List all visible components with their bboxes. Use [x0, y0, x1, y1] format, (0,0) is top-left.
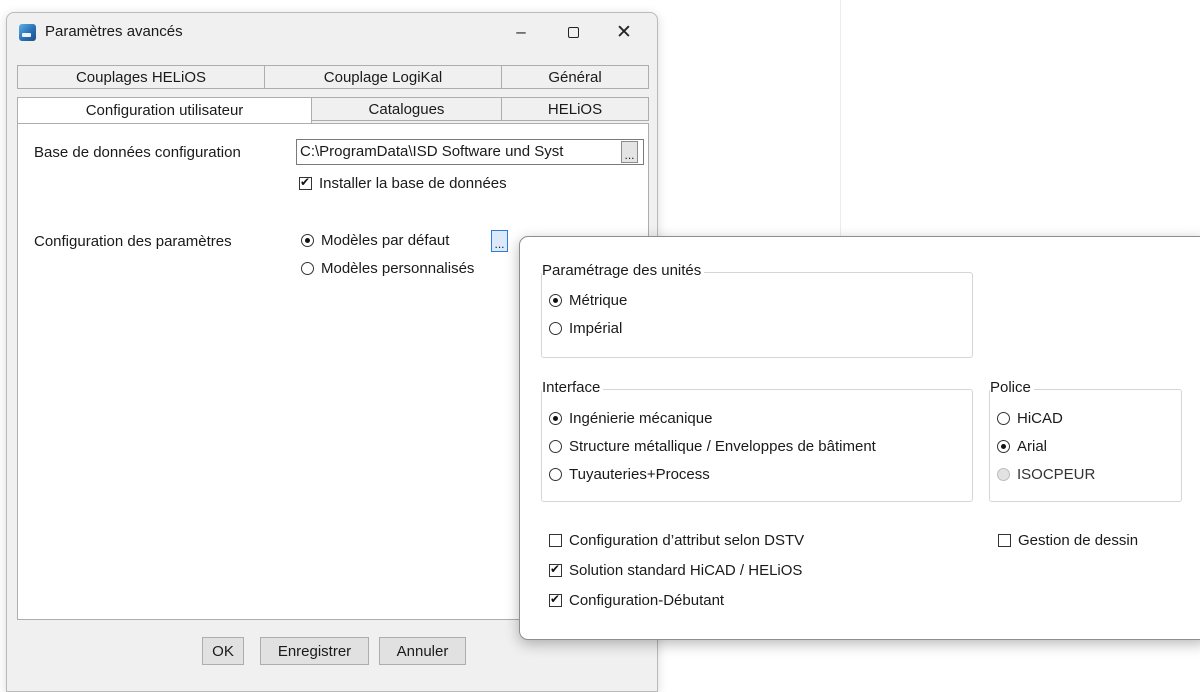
maximize-icon — [567, 26, 579, 38]
tab-general[interactable]: Général — [501, 65, 649, 89]
steel-radio-icon[interactable] — [549, 440, 562, 453]
cancel-button[interactable]: Annuler — [379, 637, 466, 665]
metric-label: Métrique — [569, 292, 628, 309]
drawing-mgmt-checkbox[interactable]: Gestion de dessin — [998, 532, 1138, 549]
maximize-button[interactable] — [550, 17, 596, 47]
arial-font-label: Arial — [1017, 438, 1048, 455]
tab-helios[interactable]: HELiOS — [501, 97, 649, 121]
default-models-radio[interactable]: Modèles par défaut — [301, 232, 449, 249]
imperial-radio[interactable]: Impérial — [549, 320, 622, 337]
default-models-radio-icon[interactable] — [301, 234, 314, 247]
arial-font-radio-icon[interactable] — [997, 440, 1010, 453]
imperial-label: Impérial — [569, 320, 623, 337]
arial-font-radio[interactable]: Arial — [997, 438, 1047, 455]
beginner-label: Configuration-Débutant — [569, 592, 725, 609]
models-browse-button[interactable]: ... — [491, 230, 508, 252]
hicad-font-label: HiCAD — [1017, 410, 1063, 427]
install-db-check-icon[interactable] — [299, 175, 312, 190]
params-config-label: Configuration des paramètres — [34, 233, 232, 250]
hicad-font-radio[interactable]: HiCAD — [997, 410, 1063, 427]
font-group-title: Police — [990, 379, 1034, 396]
font-group: Police HiCAD Arial ISOCPEUR — [989, 379, 1182, 502]
install-db-checkbox[interactable]: Installer la base de données — [299, 175, 507, 192]
interface-group-title: Interface — [542, 379, 604, 396]
standard-solution-check-icon[interactable] — [549, 562, 562, 577]
custom-models-radio[interactable]: Modèles personnalisés — [301, 260, 474, 277]
custom-models-label: Modèles personnalisés — [321, 260, 475, 277]
drawing-mgmt-label: Gestion de dessin — [1018, 532, 1139, 549]
hicad-font-radio-icon[interactable] — [997, 412, 1010, 425]
title-bar[interactable]: Paramètres avancés – ✕ — [7, 13, 657, 51]
drawing-mgmt-check-icon[interactable] — [998, 534, 1011, 547]
mechanical-radio[interactable]: Ingénierie mécanique — [549, 410, 712, 427]
metric-radio-icon[interactable] — [549, 294, 562, 307]
db-browse-button[interactable]: ... — [621, 141, 638, 163]
isocpeur-font-radio-icon — [997, 468, 1010, 481]
beginner-checkbox[interactable]: Configuration-Débutant — [549, 592, 724, 609]
tab-couplages-helios[interactable]: Couplages HELiOS — [17, 65, 265, 89]
dstv-check-icon[interactable] — [549, 534, 562, 547]
dstv-label: Configuration d’attribut selon DSTV — [569, 532, 805, 549]
steel-radio[interactable]: Structure métallique / Enveloppes de bât… — [549, 438, 876, 455]
beginner-check-icon[interactable] — [549, 592, 562, 607]
steel-label: Structure métallique / Enveloppes de bât… — [569, 438, 876, 455]
app-icon — [19, 24, 36, 41]
isocpeur-font-radio: ISOCPEUR — [997, 466, 1095, 483]
isocpeur-font-label: ISOCPEUR — [1017, 466, 1096, 483]
piping-radio-icon[interactable] — [549, 468, 562, 481]
save-button[interactable]: Enregistrer — [260, 637, 369, 665]
default-models-label: Modèles par défaut — [321, 232, 450, 249]
units-group-title: Paramétrage des unités — [542, 262, 705, 279]
piping-label: Tuyauteries+Process — [569, 466, 710, 483]
standard-solution-label: Solution standard HiCAD / HELiOS — [569, 562, 803, 579]
custom-models-radio-icon[interactable] — [301, 262, 314, 275]
window-title: Paramètres avancés — [45, 23, 183, 40]
templates-popup: Paramétrage des unités Métrique Impérial… — [519, 236, 1200, 640]
metric-radio[interactable]: Métrique — [549, 292, 627, 309]
db-path-field[interactable]: C:\ProgramData\ISD Software und Syst — [296, 139, 644, 165]
mechanical-radio-icon[interactable] — [549, 412, 562, 425]
tab-configuration-utilisateur[interactable]: Configuration utilisateur — [17, 97, 312, 123]
piping-radio[interactable]: Tuyauteries+Process — [549, 466, 710, 483]
background-divider — [840, 0, 841, 240]
units-group: Paramétrage des unités Métrique Impérial — [541, 262, 973, 358]
close-button[interactable]: ✕ — [601, 17, 647, 47]
tab-catalogues[interactable]: Catalogues — [311, 97, 502, 121]
interface-group: Interface Ingénierie mécanique Structure… — [541, 379, 973, 502]
ok-button[interactable]: OK — [202, 637, 244, 665]
minimize-button[interactable]: – — [498, 17, 544, 47]
standard-solution-checkbox[interactable]: Solution standard HiCAD / HELiOS — [549, 562, 802, 579]
dstv-checkbox[interactable]: Configuration d’attribut selon DSTV — [549, 532, 804, 549]
db-config-label: Base de données configuration — [34, 144, 241, 161]
tab-couplage-logikal[interactable]: Couplage LogiKal — [264, 65, 502, 89]
install-db-label: Installer la base de données — [319, 175, 507, 192]
mechanical-label: Ingénierie mécanique — [569, 410, 713, 427]
imperial-radio-icon[interactable] — [549, 322, 562, 335]
